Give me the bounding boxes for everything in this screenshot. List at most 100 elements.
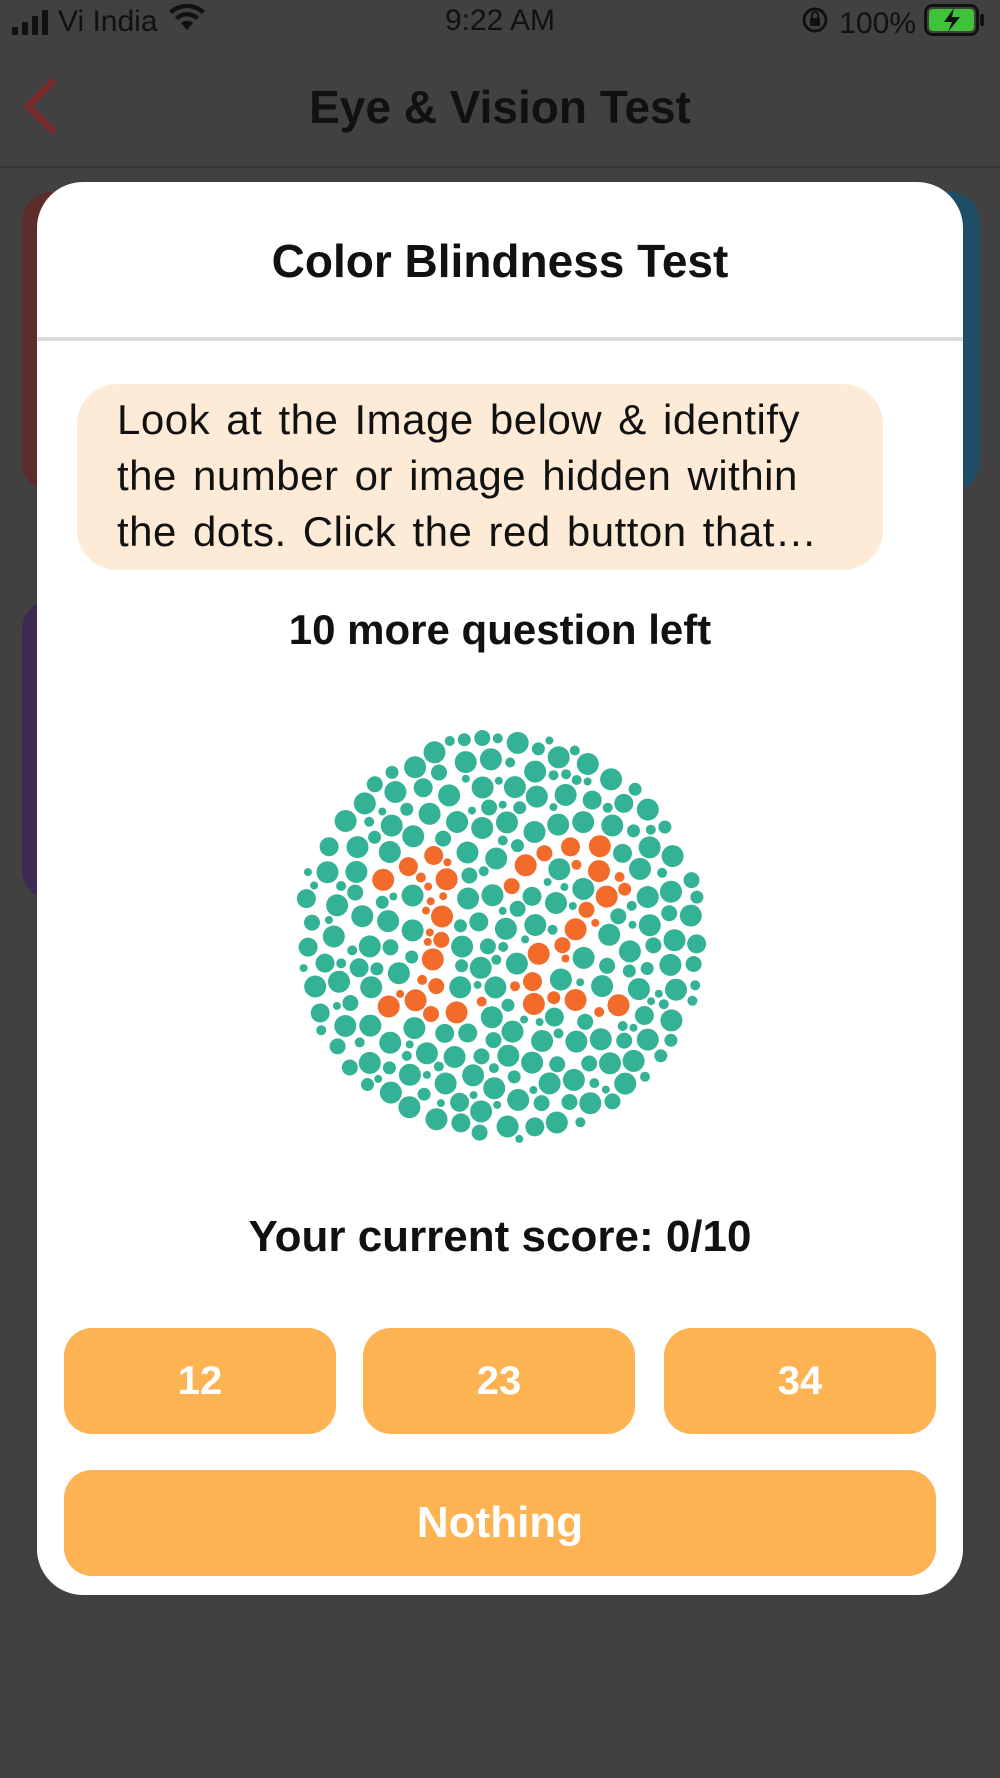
plate-dot	[544, 1007, 564, 1027]
plate-dot	[496, 1115, 519, 1138]
answer-option-button[interactable]: 23	[363, 1328, 635, 1434]
plate-dot	[690, 890, 704, 904]
plate-dot	[547, 746, 570, 769]
plate-dot	[690, 980, 701, 991]
plate-dot	[491, 954, 502, 965]
plate-dot	[404, 989, 427, 1012]
plate-dot	[316, 861, 339, 884]
plate-dot	[525, 1117, 545, 1137]
plate-dot	[387, 962, 410, 985]
plate-dot	[665, 978, 687, 1001]
plate-dot	[531, 1030, 554, 1052]
plate-dot	[591, 975, 614, 998]
plate-dot	[661, 845, 684, 868]
plate-dot	[299, 964, 308, 973]
current-score: Your current score: 0/10	[248, 1212, 752, 1261]
plate-dot	[548, 858, 571, 881]
plate-dot	[423, 741, 446, 764]
plate-dot	[514, 854, 537, 877]
plate-dot	[618, 940, 641, 963]
plate-dot	[494, 776, 503, 785]
instruction-text: Look at the Image below & identify the n…	[77, 384, 883, 570]
plate-dot	[456, 841, 479, 864]
plate-dot	[479, 748, 502, 771]
plate-dot	[345, 860, 368, 883]
answer-option-button[interactable]: 12	[64, 1328, 336, 1434]
plate-dot	[400, 802, 414, 816]
plate-dot	[607, 994, 630, 1017]
plate-dot	[599, 957, 616, 974]
plate-dot	[627, 978, 650, 1001]
plate-dot	[316, 1025, 327, 1036]
page-title: Eye & Vision Test	[309, 81, 691, 133]
plate-dot	[423, 1006, 439, 1022]
plate-dot	[654, 989, 663, 998]
plate-dot	[599, 1052, 621, 1075]
plate-dot	[451, 1113, 471, 1133]
plate-dot	[685, 956, 702, 972]
plate-dot	[571, 859, 582, 870]
plate-dot	[576, 753, 599, 775]
plate-dot	[629, 857, 651, 880]
plate-dot	[332, 1001, 341, 1010]
plate-dot	[425, 1108, 448, 1131]
plate-dot	[614, 872, 625, 882]
plate-dot	[661, 905, 678, 922]
plate-dot	[471, 1124, 488, 1141]
plate-dot	[413, 778, 433, 798]
plate-dot	[660, 880, 682, 903]
plate-dot	[560, 883, 569, 891]
plate-dot	[645, 937, 662, 954]
plate-dot	[601, 1085, 610, 1094]
plate-dot	[384, 781, 407, 803]
plate-dot	[638, 836, 661, 859]
answer-option-button[interactable]: 34	[664, 1328, 936, 1434]
plate-dot	[375, 895, 389, 909]
plate-dot	[572, 946, 595, 969]
nothing-button[interactable]: Nothing	[64, 1470, 936, 1576]
plate-dot	[461, 774, 470, 783]
plate-dot	[581, 1055, 598, 1072]
plate-dot	[457, 733, 471, 747]
plate-dot	[404, 756, 427, 779]
plate-dot	[549, 968, 572, 991]
plate-dot	[627, 824, 640, 838]
plate-dot	[435, 868, 458, 891]
plate-dot	[664, 1033, 678, 1047]
plate-dot	[315, 953, 335, 973]
plate-dot	[310, 881, 319, 890]
plate-dot	[525, 785, 548, 808]
plate-dot	[569, 745, 580, 756]
plate-dot	[401, 1050, 412, 1061]
plate-dot	[595, 885, 618, 908]
plate-dot	[319, 837, 339, 857]
plate-dot	[328, 970, 350, 993]
plate-dot	[476, 996, 487, 1007]
plate-dot	[322, 925, 345, 948]
plate-dot	[549, 803, 558, 812]
plate-dot	[401, 884, 424, 907]
plate-dot	[554, 783, 577, 806]
plate-dot	[358, 935, 381, 958]
plate-dot	[496, 811, 518, 834]
plate-dot	[396, 989, 405, 998]
plate-dot	[484, 976, 507, 999]
plate-dot	[418, 802, 441, 825]
plate-dot	[389, 892, 398, 901]
plate-dot	[405, 1040, 414, 1049]
plate-dot	[304, 975, 327, 998]
plate-dot	[679, 904, 702, 927]
plate-dot	[647, 997, 656, 1006]
plate-dot	[364, 816, 375, 827]
plate-dot	[451, 935, 474, 958]
plate-dot	[415, 1042, 438, 1065]
plate-dot	[342, 995, 359, 1011]
plate-dot	[497, 835, 508, 846]
plate-dot	[494, 917, 517, 940]
plate-dot	[501, 998, 515, 1012]
plate-dot	[576, 978, 585, 987]
plate-dot	[545, 1111, 568, 1134]
status-right: 100%	[801, 4, 986, 44]
plate-dot	[523, 972, 542, 992]
plate-dot	[493, 1100, 502, 1109]
